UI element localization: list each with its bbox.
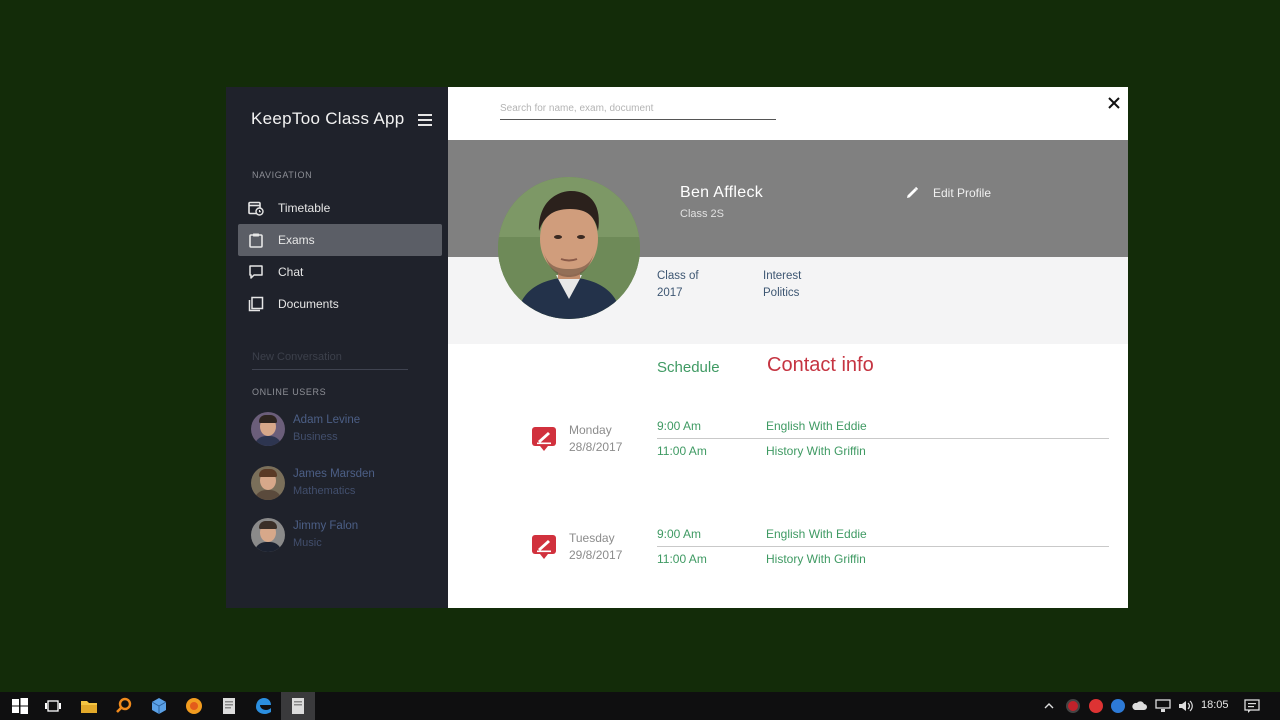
calendar-clock-icon (248, 200, 264, 216)
slot-time: 11:00 Am (657, 444, 707, 458)
class-of-info: Class of 2017 (657, 268, 699, 302)
app-tray-icon[interactable] (1089, 699, 1103, 713)
new-conversation-input[interactable] (252, 351, 408, 370)
interest-value: Politics (763, 287, 800, 299)
interest-info: Interest Politics (763, 268, 801, 302)
sidebar-item-label: Chat (278, 265, 304, 279)
class-of-label: Class of (657, 270, 699, 282)
online-users-heading: ONLINE USERS (252, 387, 327, 397)
slot-subject[interactable]: English With Eddie (766, 419, 867, 433)
avatar (251, 466, 285, 500)
slot-time: 11:00 Am (657, 552, 707, 566)
sidebar-item-exams[interactable]: Exams (238, 224, 442, 256)
slot-time: 9:00 Am (657, 527, 702, 541)
exam-day-icon (531, 534, 557, 560)
clipboard-icon (248, 232, 264, 248)
search-app-icon[interactable] (115, 697, 133, 715)
documents-icon (248, 296, 264, 312)
online-user[interactable]: Adam Levine Business (251, 412, 360, 446)
slot-subject[interactable]: History With Griffin (766, 552, 866, 566)
edge-browser-icon[interactable] (254, 697, 272, 715)
slot-subject[interactable]: English With Eddie (766, 527, 867, 541)
avatar (251, 518, 285, 552)
sidebar-item-label: Documents (278, 297, 339, 311)
file-explorer-icon[interactable] (80, 697, 98, 715)
user-name: James Marsden (293, 468, 375, 480)
day-label: Tuesday (569, 531, 615, 545)
record-tray-icon[interactable] (1066, 699, 1080, 713)
task-view-icon[interactable] (44, 697, 62, 715)
date-label: 29/8/2017 (569, 548, 623, 562)
active-app-icon[interactable] (289, 697, 307, 715)
user-subject: Mathematics (293, 485, 356, 497)
chevron-up-icon[interactable] (1042, 699, 1056, 713)
user-name: Adam Levine (293, 414, 361, 426)
day-label: Monday (569, 423, 612, 437)
class-of-value: 2017 (657, 287, 683, 299)
profile-name: Ben Affleck (680, 184, 764, 201)
pencil-icon (905, 186, 919, 200)
firefox-like-icon[interactable] (185, 697, 203, 715)
cube-app-icon[interactable] (150, 697, 168, 715)
interest-label: Interest (763, 270, 802, 282)
online-user[interactable]: Jimmy Falon Music (251, 518, 358, 552)
divider (657, 546, 1109, 547)
schedule-day: Tuesday 29/8/2017 (569, 530, 622, 564)
cloud-tray-icon[interactable] (1131, 699, 1147, 713)
chat-bubble-icon (248, 264, 264, 280)
tab-schedule[interactable]: Schedule (657, 359, 720, 376)
exam-day-icon (531, 426, 557, 452)
clock[interactable]: 18:05 (1201, 699, 1229, 711)
close-icon[interactable] (1106, 95, 1122, 111)
sidebar-item-documents[interactable]: Documents (238, 288, 442, 320)
windows-start-icon[interactable] (11, 697, 29, 715)
date-label: 28/8/2017 (569, 440, 623, 454)
document-app-icon[interactable] (220, 697, 238, 715)
notifications-icon[interactable] (1244, 698, 1260, 714)
info-tray-icon[interactable] (1111, 699, 1125, 713)
user-subject: Business (293, 431, 338, 443)
avatar (251, 412, 285, 446)
sidebar-item-timetable[interactable]: Timetable (238, 192, 442, 224)
top-bar (448, 87, 1128, 140)
schedule-day: Monday 28/8/2017 (569, 422, 622, 456)
taskbar: 18:05 (0, 692, 1280, 720)
divider (657, 438, 1109, 439)
slot-subject[interactable]: History With Griffin (766, 444, 866, 458)
edit-profile-label: Edit Profile (933, 186, 992, 200)
edit-profile-button[interactable]: Edit Profile (905, 186, 991, 200)
network-icon[interactable] (1155, 699, 1171, 713)
tab-contact-info[interactable]: Contact info (767, 354, 874, 377)
sidebar: KeepToo Class App NAVIGATION Timetable E… (226, 87, 448, 608)
main-panel: Ben Affleck Class 2S Edit Profile Class … (448, 87, 1128, 608)
navigation-heading: NAVIGATION (252, 170, 313, 180)
profile-photo (498, 177, 640, 319)
hamburger-icon[interactable] (418, 114, 432, 126)
user-name: Jimmy Falon (293, 520, 359, 532)
online-user[interactable]: James Marsden Mathematics (251, 466, 375, 500)
slot-time: 9:00 Am (657, 419, 702, 433)
profile-class: Class 2S (680, 208, 725, 220)
sidebar-item-label: Exams (278, 233, 315, 247)
sidebar-item-label: Timetable (278, 201, 331, 215)
volume-icon[interactable] (1178, 699, 1194, 713)
app-window: KeepToo Class App NAVIGATION Timetable E… (226, 87, 1128, 608)
user-subject: Music (293, 537, 322, 549)
search-input[interactable] (500, 103, 776, 120)
app-title: KeepToo Class App (251, 109, 405, 128)
sidebar-item-chat[interactable]: Chat (238, 256, 442, 288)
